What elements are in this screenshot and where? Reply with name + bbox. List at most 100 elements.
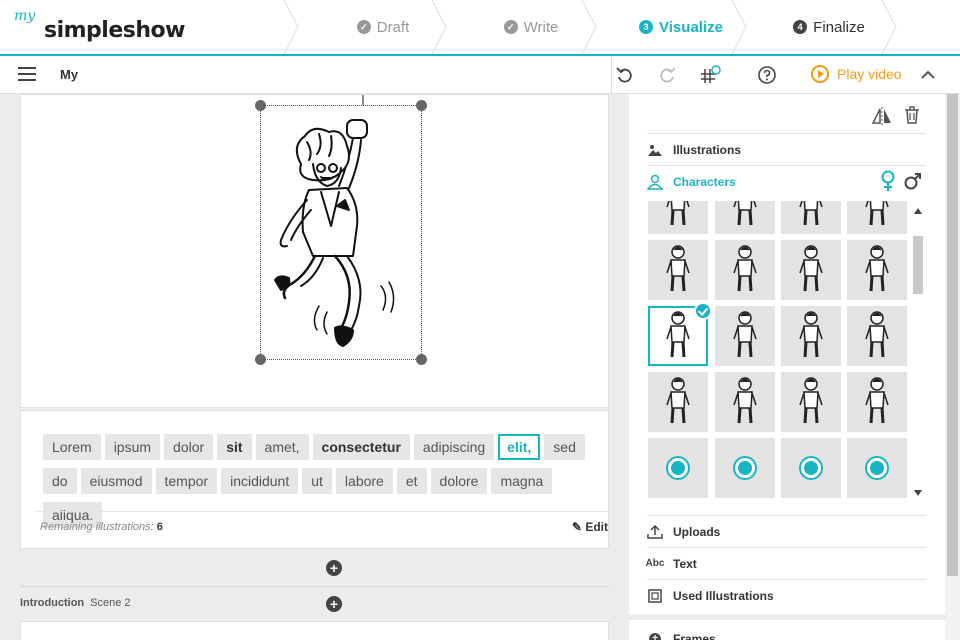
menu-icon[interactable]	[18, 67, 36, 81]
script-word[interactable]: do	[43, 468, 77, 494]
frames-card[interactable]: + Frames	[629, 620, 945, 640]
script-word[interactable]: ipsum	[104, 434, 161, 460]
rotate-handle[interactable]	[362, 95, 364, 105]
character-thumbnail[interactable]	[715, 438, 775, 498]
grid-icon[interactable]	[700, 64, 722, 86]
uploads-label: Uploads	[673, 524, 721, 539]
used-illustrations-row[interactable]: Used Illustrations	[647, 579, 926, 611]
character-thumbnail[interactable]	[781, 240, 841, 300]
character-thumbnail[interactable]	[781, 372, 841, 432]
script-word[interactable]: eiusmod	[80, 468, 152, 494]
used-illustrations-icon	[647, 588, 663, 603]
check-icon: ✓	[356, 20, 371, 34]
text-icon: Abc	[645, 558, 665, 569]
character-thumbnail[interactable]	[847, 306, 907, 366]
add-scene-button[interactable]: +	[326, 596, 342, 612]
character-thumbnail[interactable]	[648, 201, 708, 234]
card-divider	[35, 511, 608, 512]
help-icon[interactable]	[756, 64, 778, 86]
uploads-row[interactable]: Uploads	[647, 515, 926, 547]
characters-row[interactable]: Characters	[647, 165, 926, 197]
script-word[interactable]: labore	[335, 468, 393, 494]
app-logo[interactable]: my simpleshow	[14, 8, 185, 48]
character-figure-icon	[733, 311, 757, 358]
character-thumbnail[interactable]	[847, 372, 907, 432]
person-icon	[647, 174, 663, 190]
script-word[interactable]: tempor	[155, 468, 218, 494]
character-thumbnail[interactable]	[715, 372, 775, 432]
page-scrollbar-thumb[interactable]	[947, 94, 958, 576]
script-word[interactable]: incididunt	[221, 468, 299, 494]
step-visualize-label: Visualize	[659, 18, 723, 36]
character-thumbnail[interactable]	[715, 306, 775, 366]
female-filter-icon[interactable]	[880, 170, 896, 195]
grid-scrollbar-thumb[interactable]	[913, 236, 923, 294]
character-thumbnail[interactable]	[648, 372, 708, 432]
character-thumbnail[interactable]	[847, 240, 907, 300]
resize-handle-bottom-right[interactable]	[416, 354, 427, 365]
character-thumbnail[interactable]	[715, 201, 775, 234]
character-thumbnail[interactable]	[648, 240, 708, 300]
character-figure-icon	[799, 377, 823, 424]
character-thumbnail[interactable]	[781, 438, 841, 498]
selected-character[interactable]	[255, 100, 427, 365]
character-thumbnail[interactable]	[781, 201, 841, 234]
script-text-card: Lorem ipsum dolor sit amet, consectetur adipis…	[20, 410, 609, 549]
step-divider-icon	[581, 0, 597, 54]
script-word[interactable]: Lorem	[43, 434, 101, 460]
character-figure-icon	[666, 311, 690, 358]
pencil-icon: ✎	[571, 520, 582, 534]
character-thumbnail[interactable]	[847, 438, 907, 498]
edit-button[interactable]: ✎ Edit	[572, 520, 608, 534]
character-thumbnail[interactable]	[648, 302, 712, 366]
undo-icon[interactable]	[614, 64, 636, 86]
script-word[interactable]: adipiscing	[413, 434, 495, 460]
script-word[interactable]: dolore	[430, 468, 488, 494]
illustration-panel: Illustrations Characters Uploads Abc Tex…	[629, 94, 945, 614]
character-figure-icon	[799, 201, 823, 226]
trash-icon[interactable]	[903, 105, 921, 130]
character-figure-icon	[799, 311, 823, 358]
upload-icon	[647, 524, 663, 539]
section-name: Introduction	[20, 597, 85, 609]
redo-icon[interactable]	[656, 64, 678, 86]
script-word[interactable]: consectetur	[312, 434, 410, 460]
frames-label: Frames	[673, 632, 716, 640]
edit-label: Edit	[585, 520, 608, 534]
scene-canvas[interactable]	[20, 94, 609, 408]
collapse-icon[interactable]	[917, 64, 939, 86]
next-scene-card[interactable]	[20, 621, 609, 640]
resize-handle-top-right[interactable]	[416, 100, 427, 111]
script-word[interactable]: magna	[491, 468, 553, 494]
character-thumbnail[interactable]	[715, 240, 775, 300]
illustrations-row[interactable]: Illustrations	[647, 133, 926, 165]
script-word[interactable]: sed	[544, 434, 585, 460]
script-word[interactable]: amet,	[255, 434, 309, 460]
play-video-button[interactable]: Play video	[811, 65, 902, 83]
step-write-label: Write	[523, 18, 559, 36]
page-scrollbar[interactable]	[945, 94, 960, 640]
step-divider-icon	[881, 0, 897, 54]
script-word[interactable]: sit	[217, 434, 252, 460]
script-word[interactable]: et	[396, 468, 427, 494]
script-word[interactable]: ut	[302, 468, 332, 494]
text-row[interactable]: Abc Text	[645, 547, 926, 579]
character-figure-icon	[865, 377, 889, 424]
premium-award-icon	[867, 458, 887, 478]
character-figure-icon	[666, 201, 690, 226]
script-word[interactable]: elit,	[498, 434, 541, 460]
flip-icon[interactable]	[871, 106, 893, 131]
character-thumbnail[interactable]	[781, 306, 841, 366]
add-scene-button[interactable]: +	[326, 560, 342, 576]
resize-handle-bottom-left[interactable]	[255, 354, 266, 365]
resize-handle-top-left[interactable]	[255, 100, 266, 111]
character-thumbnail[interactable]	[847, 201, 907, 234]
script-word[interactable]: dolor	[164, 434, 214, 460]
logo-prefix: my	[14, 8, 36, 24]
logo-name: simpleshow	[44, 18, 185, 43]
male-filter-icon[interactable]	[904, 172, 922, 193]
selected-check-icon	[694, 302, 712, 320]
jumping-woman-character	[274, 119, 395, 347]
character-figure-icon	[865, 245, 889, 292]
character-thumbnail[interactable]	[648, 438, 708, 498]
